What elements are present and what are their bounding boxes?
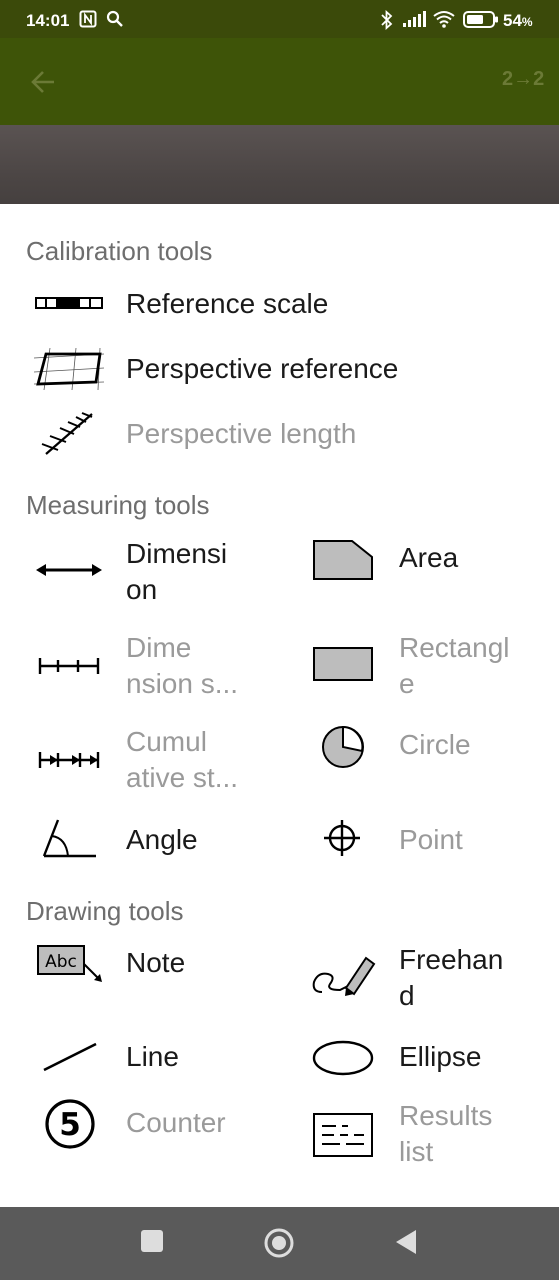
ratio-label[interactable]: 2→2 (502, 68, 544, 91)
tool-label: Rectangl e (399, 632, 510, 699)
tool-note[interactable]: Abc Note (34, 944, 264, 992)
tool-angle[interactable]: Angle (34, 816, 264, 864)
tool-perspective-reference[interactable]: Perspective reference (34, 346, 514, 392)
tool-label: Area (399, 542, 459, 573)
square-icon[interactable] (140, 1229, 164, 1253)
tool-reference-scale[interactable]: Reference scale (34, 286, 514, 326)
cumulative-string-icon (38, 752, 100, 768)
line-icon (43, 1042, 97, 1072)
circle-home-icon[interactable] (263, 1227, 295, 1259)
tool-dimension-string[interactable]: Dime nsion s... (34, 630, 264, 706)
tool-label: Perspective length (126, 418, 357, 449)
dimension-icon (36, 564, 102, 576)
tool-label: Counter (126, 1107, 226, 1138)
tool-cumulative-string[interactable]: Cumul ative st... (34, 724, 264, 800)
tool-counter[interactable]: 5 Counter (34, 1098, 264, 1152)
battery-icon (463, 11, 498, 28)
tool-label: Results list (399, 1100, 493, 1167)
tool-label: Angle (126, 824, 198, 855)
tool-label: Reference scale (126, 288, 329, 319)
reference-scale-icon (35, 297, 103, 309)
status-time: 14:01 (26, 11, 70, 30)
battery-level: 54% (503, 11, 533, 30)
angle-icon (42, 819, 96, 858)
svg-text:5: 5 (59, 1107, 81, 1143)
search-icon (106, 10, 123, 27)
tool-circle[interactable]: Circle (312, 724, 542, 800)
dimension-string-icon (38, 658, 100, 674)
measuring-section-title: Measuring tools (26, 490, 210, 520)
tool-label: Ellipse (399, 1041, 482, 1072)
tool-label: Line (126, 1041, 179, 1072)
perspective-length-icon (41, 412, 93, 455)
tool-perspective-length[interactable]: Perspective length (34, 410, 514, 456)
svg-text:Abc: Abc (45, 952, 77, 972)
circle-icon (322, 725, 364, 768)
bluetooth-icon (381, 10, 393, 30)
tool-label: Circle (399, 729, 471, 760)
tool-freehand[interactable]: Freehan d (312, 942, 542, 1018)
app-bar: 2→2 (0, 38, 559, 125)
tool-label: Dimensi on (126, 538, 228, 605)
tool-label: Point (399, 824, 463, 855)
tool-area[interactable]: Area (312, 536, 542, 612)
system-nav-bar (0, 1207, 559, 1280)
arrow-left-icon[interactable] (26, 64, 62, 100)
wifi-icon (433, 11, 455, 28)
tool-label: Perspective reference (126, 353, 399, 384)
calibration-section-title: Calibration tools (26, 236, 213, 266)
note-icon: Abc (37, 945, 102, 982)
tool-rectangle[interactable]: Rectangl e (312, 630, 542, 706)
nfc-icon (79, 10, 97, 28)
tool-label: Note (126, 947, 186, 978)
tools-sheet: Calibration tools Reference scale Perspe… (0, 204, 559, 1207)
rectangle-icon (313, 647, 373, 681)
drawing-section-title: Drawing tools (26, 896, 184, 926)
tool-dimension[interactable]: Dimensi on (34, 536, 264, 612)
tool-ellipse[interactable]: Ellipse (312, 1038, 542, 1086)
point-icon (324, 820, 360, 856)
signal-icon (403, 11, 426, 27)
results-list-icon (313, 1113, 373, 1157)
tool-label: Freehan d (399, 944, 504, 1011)
counter-icon: 5 (45, 1099, 95, 1149)
tool-results-list[interactable]: Results list (312, 1098, 542, 1174)
tool-label: Dime nsion s... (126, 632, 239, 699)
triangle-back-icon[interactable] (394, 1228, 418, 1256)
area-icon (313, 540, 373, 580)
ellipse-icon (312, 1040, 374, 1076)
tool-point[interactable]: Point (312, 816, 542, 864)
tool-label: Cumul ative st... (126, 726, 239, 793)
status-bar: 14:01 54% (0, 0, 559, 38)
freehand-icon (312, 956, 376, 996)
photo-preview (0, 125, 559, 215)
perspective-reference-icon (34, 347, 105, 391)
tool-line[interactable]: Line (34, 1038, 264, 1086)
